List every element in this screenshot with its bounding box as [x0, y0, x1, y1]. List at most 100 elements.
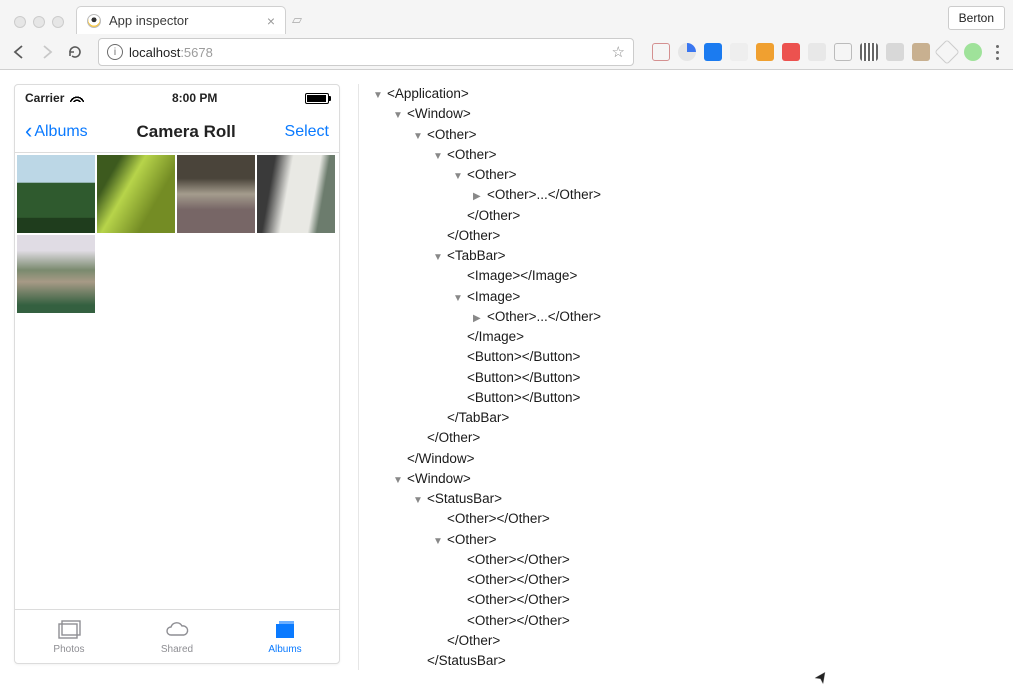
device-preview: Carrier 8:00 PM ‹ Albums Camera Roll Sel… [14, 84, 340, 664]
back-nav-button[interactable]: ‹ Albums [25, 123, 88, 141]
disclosure-triangle-icon[interactable] [393, 108, 405, 123]
element-tree[interactable]: <Application><Window><Other><Other><Othe… [358, 84, 1003, 670]
disclosure-triangle-icon[interactable] [393, 473, 405, 488]
tree-node[interactable]: <Other></Other> [373, 611, 1003, 631]
extension-icon[interactable] [834, 43, 852, 61]
extensions-row [646, 41, 1005, 64]
tree-node[interactable]: </TabBar> [373, 408, 1003, 428]
tab-label: Shared [161, 644, 193, 655]
tab-shared[interactable]: Shared [123, 610, 231, 663]
tree-node[interactable]: <Other> [373, 125, 1003, 145]
extension-icon[interactable] [730, 43, 748, 61]
profile-button[interactable]: Berton [948, 6, 1005, 30]
browser-tab[interactable]: App inspector × [76, 6, 286, 34]
tree-node[interactable]: <Application> [373, 84, 1003, 104]
wifi-icon [70, 91, 84, 105]
tab-label: Albums [268, 644, 301, 655]
disclosure-triangle-icon[interactable] [433, 149, 445, 164]
close-window-icon[interactable] [14, 16, 26, 28]
disclosure-triangle-icon[interactable] [433, 534, 445, 549]
photo-thumbnail[interactable] [257, 155, 335, 233]
extension-icon[interactable] [704, 43, 722, 61]
photo-thumbnail[interactable] [17, 155, 95, 233]
tree-node[interactable]: <Other> [373, 165, 1003, 185]
tree-node[interactable]: <Other>...</Other> [373, 185, 1003, 205]
bookmark-star-icon[interactable]: ☆ [612, 43, 625, 61]
tree-node[interactable]: <Other> [373, 145, 1003, 165]
tree-node[interactable]: </Other> [373, 206, 1003, 226]
tree-node[interactable]: <Button></Button> [373, 388, 1003, 408]
tree-node[interactable]: </StatusBar> [373, 651, 1003, 670]
battery-icon [305, 93, 329, 104]
cloud-icon [164, 619, 190, 641]
extension-icon[interactable] [756, 43, 774, 61]
tree-node[interactable]: <Window> [373, 469, 1003, 489]
extension-icon[interactable] [808, 43, 826, 61]
minimize-window-icon[interactable] [33, 16, 45, 28]
tree-node[interactable]: </Image> [373, 327, 1003, 347]
tree-node[interactable]: </Other> [373, 631, 1003, 651]
tree-node[interactable]: <Other></Other> [373, 509, 1003, 529]
back-button[interactable] [8, 41, 30, 63]
status-bar: Carrier 8:00 PM [15, 85, 339, 111]
disclosure-triangle-icon[interactable] [373, 88, 385, 103]
photo-grid [15, 153, 339, 609]
disclosure-triangle-icon[interactable] [413, 129, 425, 144]
extension-icon[interactable] [782, 43, 800, 61]
select-button[interactable]: Select [285, 123, 329, 141]
new-tab-button[interactable]: ▱ [292, 12, 302, 28]
disclosure-triangle-icon[interactable] [453, 169, 465, 184]
photo-thumbnail[interactable] [17, 235, 95, 313]
photo-thumbnail[interactable] [97, 155, 175, 233]
tree-node[interactable]: </Other> [373, 428, 1003, 448]
address-bar[interactable]: i localhost:5678 ☆ [98, 38, 634, 66]
close-tab-icon[interactable]: × [267, 13, 275, 29]
reload-button[interactable] [64, 41, 86, 63]
site-info-icon[interactable]: i [107, 44, 123, 60]
tree-node[interactable]: <TabBar> [373, 246, 1003, 266]
tree-node[interactable]: <Other></Other> [373, 550, 1003, 570]
tree-node[interactable]: <Other></Other> [373, 590, 1003, 610]
tree-node[interactable]: <StatusBar> [373, 489, 1003, 509]
tab-bar: Photos Shared Albums [15, 609, 339, 663]
tree-node[interactable]: <Image></Image> [373, 266, 1003, 286]
tree-node[interactable]: <Button></Button> [373, 347, 1003, 367]
tree-node[interactable]: <Other>...</Other> [373, 307, 1003, 327]
tree-node[interactable]: <Button></Button> [373, 368, 1003, 388]
url-port: :5678 [180, 45, 213, 60]
tree-node[interactable]: <Image> [373, 287, 1003, 307]
window-controls[interactable] [6, 16, 76, 34]
tab-label: Photos [53, 644, 84, 655]
extension-icon[interactable] [934, 39, 959, 64]
browser-menu-button[interactable] [990, 41, 1005, 64]
forward-button[interactable] [36, 41, 58, 63]
extension-icon[interactable] [860, 43, 878, 61]
zoom-window-icon[interactable] [52, 16, 64, 28]
extension-icon[interactable] [912, 43, 930, 61]
extension-icon[interactable] [964, 43, 982, 61]
tab-albums[interactable]: Albums [231, 610, 339, 663]
tree-node[interactable]: <Window> [373, 104, 1003, 124]
albums-icon [272, 619, 298, 641]
extension-icon[interactable] [652, 43, 670, 61]
disclosure-triangle-icon[interactable] [453, 291, 465, 306]
carrier-label: Carrier [25, 91, 64, 105]
extension-icon[interactable] [886, 43, 904, 61]
tab-photos[interactable]: Photos [15, 610, 123, 663]
nav-bar: ‹ Albums Camera Roll Select [15, 111, 339, 153]
disclosure-triangle-icon[interactable] [413, 493, 425, 508]
back-label: Albums [34, 123, 87, 141]
disclosure-triangle-icon[interactable] [473, 189, 485, 204]
nav-title: Camera Roll [137, 122, 236, 142]
tree-node[interactable]: <Other> [373, 530, 1003, 550]
tree-node[interactable]: </Other> [373, 226, 1003, 246]
photo-thumbnail[interactable] [177, 155, 255, 233]
disclosure-triangle-icon[interactable] [473, 311, 485, 326]
disclosure-triangle-icon[interactable] [433, 250, 445, 265]
tab-title: App inspector [109, 13, 259, 28]
favicon-icon [87, 14, 101, 28]
tree-node[interactable]: </Window> [373, 449, 1003, 469]
tree-node[interactable]: <Other></Other> [373, 570, 1003, 590]
extension-icon[interactable] [678, 43, 696, 61]
clock-label: 8:00 PM [172, 91, 217, 105]
